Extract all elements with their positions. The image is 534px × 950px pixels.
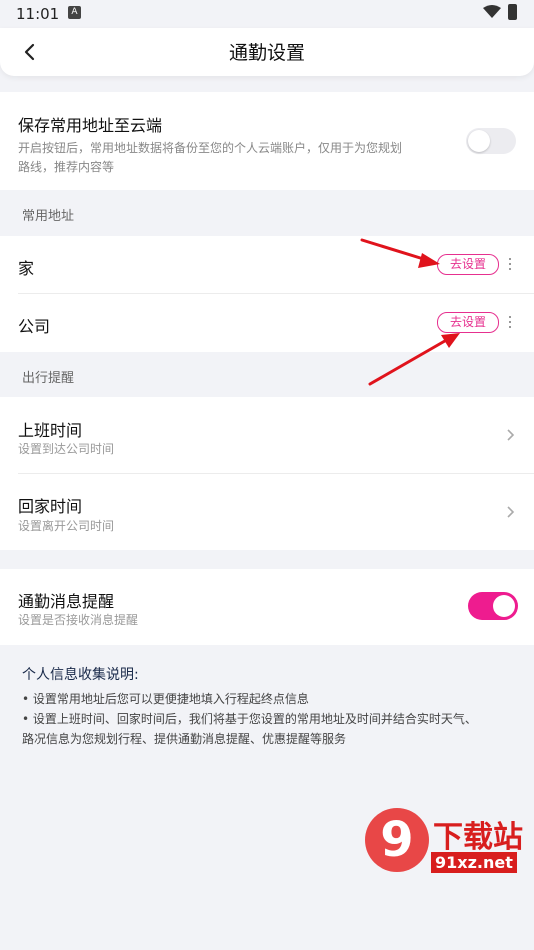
arrow-to-company-button [368, 333, 460, 386]
watermark: 9 下载站 91xz.net [365, 808, 534, 950]
arrow-to-home-button [360, 238, 440, 268]
watermark-logo: 9 [365, 808, 429, 872]
watermark-brand: 下载站 [433, 820, 523, 855]
watermark-domain: 91xz.net [431, 852, 517, 873]
